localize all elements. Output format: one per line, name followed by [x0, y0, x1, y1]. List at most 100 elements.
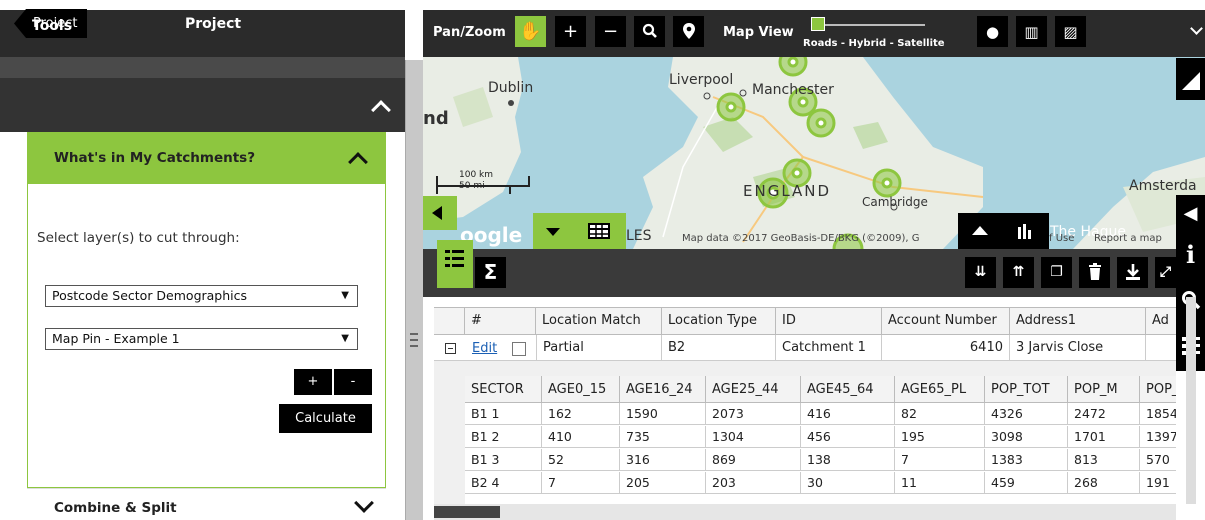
subheader-cell[interactable]: POP_ [1140, 376, 1176, 403]
add-layer-button[interactable]: + [294, 369, 332, 395]
map-label-liverpool: Liverpool [669, 72, 734, 88]
panel-splitter[interactable] [405, 60, 423, 520]
remove-layer-button[interactable]: - [334, 369, 372, 395]
subgrid-cell: 191 [1140, 472, 1176, 494]
subheader-cell[interactable]: AGE0_15 [542, 376, 620, 403]
map-label-amsterdam: Amsterda [1129, 178, 1197, 194]
subheader-cell[interactable]: AGE45_64 [801, 376, 895, 403]
expand-icon: ⤢ [1159, 264, 1172, 280]
cell-location-type: B2 [662, 335, 776, 361]
header-number[interactable]: # [465, 307, 536, 335]
map-label-edge: nd [423, 108, 449, 129]
splitter-grip-icon[interactable] [410, 333, 418, 347]
map-dropdown-button[interactable] [533, 213, 573, 249]
subgrid-cell: B1 1 [465, 403, 542, 425]
street-view-button[interactable]: ● [977, 16, 1008, 47]
subgrid-cell: B1 3 [465, 449, 542, 471]
sort-desc-icon: ⇊ [974, 264, 987, 280]
map-fold-button[interactable]: ▥ [1016, 16, 1047, 47]
collapse-row-icon[interactable] [445, 343, 456, 354]
subgrid-cell: 459 [985, 472, 1068, 494]
subheader-cell[interactable]: AGE16_24 [620, 376, 706, 403]
subgrid-cell: B1 2 [465, 426, 542, 448]
expand-up-button[interactable] [958, 213, 1002, 249]
subheader-cell[interactable]: POP_M [1068, 376, 1140, 403]
select-layers-label: Select layer(s) to cut through: [37, 230, 240, 246]
subheader-cell[interactable]: AGE65_PL [895, 376, 985, 403]
map-fold-icon: ▥ [1024, 23, 1039, 41]
header-address1[interactable]: Address1 [1010, 307, 1146, 335]
delete-button[interactable] [1079, 257, 1110, 288]
subgrid-cell: 1397 [1140, 426, 1176, 448]
map-attribution: Map data ©2017 GeoBasis-DE/BKG (©2009), … [682, 233, 920, 244]
horizontal-scroll-thumb[interactable] [434, 506, 500, 518]
row-checkbox[interactable] [512, 342, 526, 356]
fullscreen-grid-button[interactable]: ⤢ [1155, 257, 1176, 288]
table-icon [588, 223, 610, 239]
subgrid-cell: 1590 [620, 403, 706, 425]
subgrid-cell: 813 [1068, 449, 1140, 471]
header-location-match[interactable]: Location Match [536, 307, 662, 335]
map-label-england: ENGLAND [743, 182, 832, 200]
map-report-link[interactable]: Report a map [1094, 233, 1162, 244]
map-label-cambridge: Cambridge [862, 195, 928, 209]
subheader-cell[interactable]: SECTOR [465, 376, 542, 403]
subgrid-cell: 416 [801, 403, 895, 425]
table-view-button[interactable] [573, 213, 626, 249]
layer-select-2[interactable]: Map Pin - Example 1 ▼ [45, 328, 358, 350]
header-address2[interactable]: Ad [1146, 307, 1176, 335]
subgrid-cell: 203 [706, 472, 801, 494]
combine-split-label: Combine & Split [54, 500, 177, 516]
collapse-left-panel-button[interactable] [423, 196, 457, 230]
map-label-manchester: Manchester [752, 82, 834, 98]
header-location-type[interactable]: Location Type [662, 307, 776, 335]
subgrid-cell: 4326 [985, 403, 1068, 425]
map-off-button[interactable]: ▨ [1055, 16, 1086, 47]
cell-location-match: Partial [536, 335, 662, 361]
subheader-cell[interactable]: POP_TOT [985, 376, 1068, 403]
subgrid-cell: 52 [542, 449, 620, 471]
cell-address1: 3 Jarvis Close [1010, 335, 1146, 361]
cell-id: Catchment 1 [776, 335, 882, 361]
header-id[interactable]: ID [776, 307, 882, 335]
mapview-slider-track[interactable] [825, 24, 925, 26]
horizontal-scrollbar[interactable] [434, 504, 1176, 520]
info-icon[interactable]: i [1176, 240, 1205, 269]
subgrid-cell: 11 [895, 472, 985, 494]
sum-button[interactable]: Σ [475, 257, 506, 288]
pin-button[interactable] [673, 16, 704, 47]
layer-select-2-value: Map Pin - Example 1 [52, 331, 180, 346]
chart-button[interactable] [1002, 213, 1049, 249]
fullscreen-toggle-button[interactable] [1176, 58, 1205, 100]
search-button[interactable] [634, 16, 665, 47]
header-account-number[interactable]: Account Number [882, 307, 1010, 335]
tools-header[interactable] [0, 78, 405, 132]
mapview-slider-knob[interactable] [811, 17, 825, 31]
download-button[interactable] [1117, 257, 1148, 288]
subgrid-cell: 316 [620, 449, 706, 471]
layer-select-1[interactable]: Postcode Sector Demographics ▼ [45, 285, 358, 307]
copy-button[interactable]: ❐ [1041, 257, 1072, 288]
subgrid-cell: 268 [1068, 472, 1140, 494]
zoom-out-button[interactable]: − [595, 16, 626, 47]
zoom-in-button[interactable]: + [555, 16, 586, 47]
dropdown-arrow-icon: ▼ [341, 290, 349, 301]
subgrid-cell: 7 [895, 449, 985, 471]
sort-desc-button[interactable]: ⇊ [965, 257, 996, 288]
subgrid-cell: 7 [542, 472, 620, 494]
edit-link[interactable]: Edit [472, 341, 497, 356]
collapse-right-icon[interactable]: ◀ [1176, 203, 1205, 224]
trash-icon [1088, 263, 1101, 280]
project-subbar [0, 57, 405, 78]
vertical-scrollbar[interactable] [1186, 297, 1196, 504]
sort-asc-button[interactable]: ⇈ [1003, 257, 1034, 288]
calculate-button[interactable]: Calculate [279, 404, 372, 433]
subgrid-cell: 570 [1140, 449, 1176, 471]
column-chooser-button[interactable] [437, 240, 473, 288]
subgrid-cell: 195 [895, 426, 985, 448]
pan-button[interactable]: ✋ [515, 16, 546, 47]
map-terms-link[interactable]: f Use [1049, 233, 1074, 244]
header-spacer [434, 307, 465, 335]
street-view-icon: ● [985, 23, 1000, 41]
subheader-cell[interactable]: AGE25_44 [706, 376, 801, 403]
